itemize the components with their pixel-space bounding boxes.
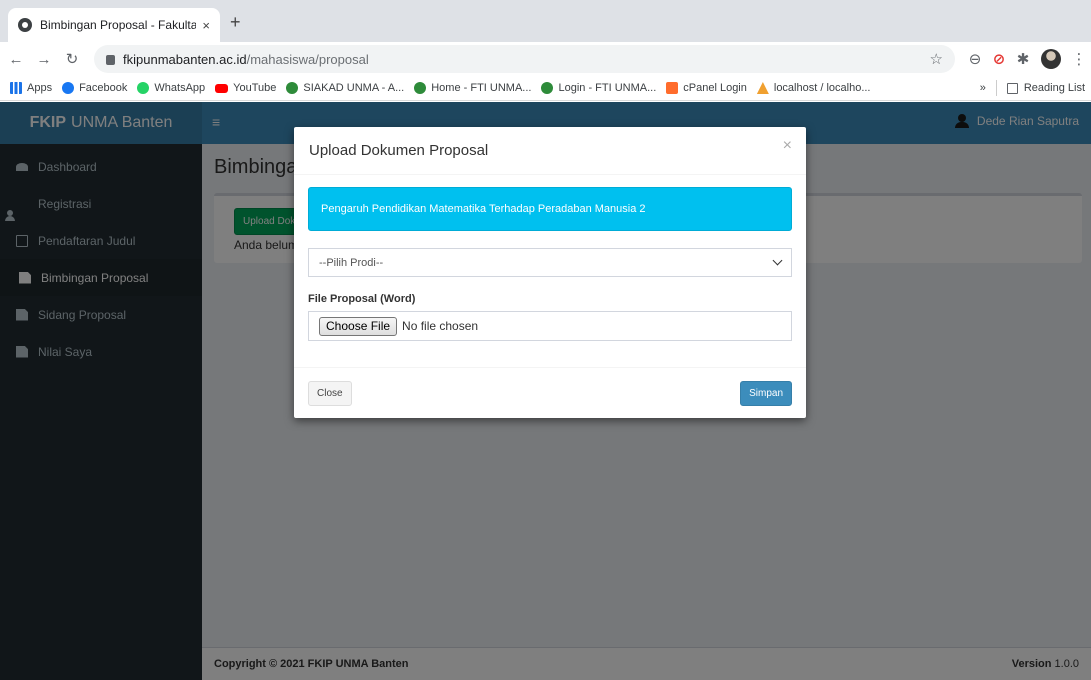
reading-list-icon	[1006, 82, 1018, 94]
tab-title: Bimbingan Proposal - Fakultas	[40, 18, 197, 32]
unma-logo-icon	[286, 82, 299, 94]
more-bookmarks-button[interactable]: »	[980, 82, 986, 94]
prodi-select-value: --Pilih Prodi--	[319, 256, 384, 269]
bookmark-home-fti[interactable]: Home - FTI UNMA...	[414, 82, 531, 94]
apps-grid-icon	[10, 82, 22, 94]
bookmark-localhost[interactable]: localhost / localho...	[756, 82, 871, 94]
divider	[995, 80, 997, 96]
save-button[interactable]: Simpan	[740, 380, 792, 406]
bookmark-siakad[interactable]: SIAKAD UNMA - A...	[286, 82, 404, 94]
bookmark-login-fti[interactable]: Login - FTI UNMA...	[541, 82, 656, 94]
browser-tab[interactable]: Bimbingan Proposal - Fakultas ×	[8, 8, 220, 42]
bookmark-cpanel[interactable]: cPanel Login	[666, 82, 747, 94]
url-field[interactable]: fkipunmabanten.ac.id/mahasiswa/proposal …	[94, 45, 955, 73]
unma-logo-icon	[541, 82, 554, 94]
tab-close-icon[interactable]: ×	[202, 18, 210, 33]
modal-header: Upload Dokumen Proposal ×	[294, 127, 806, 175]
profile-avatar-icon[interactable]	[1041, 49, 1061, 69]
lock-icon	[106, 55, 115, 65]
modal-footer: Close Simpan	[294, 367, 806, 418]
bookmark-facebook[interactable]: Facebook	[62, 82, 127, 94]
choose-file-button[interactable]: Choose File	[319, 316, 398, 336]
back-icon[interactable]: ←	[4, 51, 28, 68]
upload-proposal-modal: Upload Dokumen Proposal × Pengaruh Pendi…	[294, 127, 806, 418]
url-host: fkipunmabanten.ac.id	[123, 51, 247, 67]
file-proposal-input[interactable]: Choose File No file chosen	[308, 311, 792, 341]
close-button[interactable]: Close	[308, 380, 352, 406]
no-file-text: No file chosen	[402, 319, 479, 333]
puzzle-extensions-icon[interactable]: ✱	[1011, 50, 1035, 68]
modal-title: Upload Dokumen Proposal	[309, 142, 489, 159]
extension-icon[interactable]: ⊖	[963, 50, 987, 68]
facebook-icon	[62, 82, 75, 94]
bookmarks-bar: Apps Facebook WhatsApp YouTube SIAKAD UN…	[0, 76, 1091, 101]
reading-list-button[interactable]: Reading List	[1024, 82, 1085, 94]
adblock-extension-icon[interactable]: ⊘	[987, 50, 1011, 68]
reload-icon[interactable]: ↻	[60, 50, 84, 68]
unma-logo-icon	[414, 82, 427, 94]
youtube-icon	[215, 83, 229, 93]
cpanel-icon	[666, 82, 679, 94]
whatsapp-icon	[137, 82, 150, 94]
phpmyadmin-icon	[756, 82, 769, 94]
file-proposal-label: File Proposal (Word)	[308, 293, 416, 305]
site-favicon-icon	[18, 18, 32, 32]
modal-body: Pengaruh Pendidikan Matematika Terhadap …	[294, 175, 806, 341]
bookmark-apps[interactable]: Apps	[10, 82, 52, 94]
proposal-title-alert: Pengaruh Pendidikan Matematika Terhadap …	[308, 187, 792, 231]
bookmark-star-icon[interactable]: ☆	[930, 50, 943, 68]
browser-menu-icon[interactable]: ⋮	[1067, 50, 1091, 68]
browser-tab-bar: Bimbingan Proposal - Fakultas × +	[0, 0, 1091, 42]
url-path: /mahasiswa/proposal	[246, 51, 369, 67]
bookmark-whatsapp[interactable]: WhatsApp	[137, 82, 205, 94]
address-bar-row: ← → ↻ fkipunmabanten.ac.id/mahasiswa/pro…	[0, 42, 1091, 76]
forward-icon[interactable]: →	[32, 51, 56, 68]
prodi-select[interactable]: --Pilih Prodi--	[308, 248, 792, 277]
modal-close-icon[interactable]: ×	[783, 137, 792, 155]
new-tab-button[interactable]: +	[230, 12, 241, 33]
bookmark-youtube[interactable]: YouTube	[215, 82, 276, 94]
chevron-down-icon	[772, 255, 783, 266]
bookmarks-right: » Reading List	[980, 80, 1085, 96]
